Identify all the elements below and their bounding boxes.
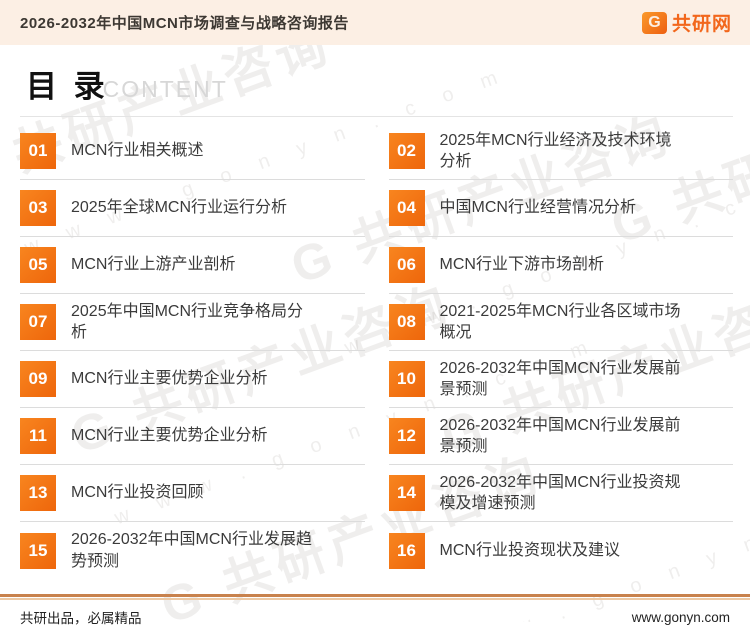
toc-number-badge: 05 (20, 247, 56, 283)
toc-item-label: MCN行业相关概述 (71, 142, 204, 160)
toc-number-badge: 06 (388, 247, 425, 283)
toc-heading-english: CONTENT (102, 76, 228, 102)
toc-number-badge: 13 (20, 475, 56, 511)
toc-number-badge: 09 (20, 361, 56, 397)
toc-heading: 目 录 CONTENT (20, 61, 733, 106)
toc-item-09: 09 MCN行业主要优势企业分析 (20, 351, 365, 408)
toc-item-13: 13 MCN行业投资回顾 (20, 465, 365, 522)
toc-item-label: 2026-2032年中国MCN行业发展前景预测 (439, 359, 681, 398)
heading-divider (20, 116, 733, 117)
toc-number-badge: 01 (20, 133, 56, 169)
report-header-bar: 2026-2032年中国MCN市场调查与战略咨询报告 G 共研网 (0, 0, 750, 45)
toc-number-badge: 10 (388, 361, 425, 397)
toc-heading-chinese: 目 录 (26, 69, 109, 104)
toc-number-badge: 15 (20, 532, 56, 569)
gonyn-logo: G 共研网 (641, 9, 732, 36)
toc-item-12: 12 2026-2032年中国MCN行业发展前景预测 (388, 408, 733, 465)
toc-item-label: 中国MCN行业经营情况分析 (439, 199, 636, 217)
toc-item-label: MCN行业主要优势企业分析 (71, 427, 268, 445)
g-logo-icon: G (641, 11, 667, 34)
toc-item-label: 2026-2032年中国MCN行业投资规模及增速预测 (439, 473, 681, 512)
toc-item-14: 14 2026-2032年中国MCN行业投资规模及增速预测 (388, 465, 733, 522)
report-title: 2026-2032年中国MCN市场调查与战略咨询报告 (20, 15, 349, 32)
toc-item-02: 02 2025年MCN行业经济及技术环境分析 (388, 123, 733, 180)
toc-number-badge: 11 (20, 418, 56, 454)
toc-item-label: 2025年MCN行业经济及技术环境分析 (439, 131, 672, 170)
toc-number-badge: 07 (20, 304, 56, 340)
toc-item-15: 15 2026-2032年中国MCN行业发展趋势预测 (20, 522, 365, 579)
toc-item-10: 10 2026-2032年中国MCN行业发展前景预测 (388, 351, 733, 408)
toc-number-badge: 08 (388, 304, 425, 340)
footer-slogan: 共研出品，必属精品 (20, 611, 142, 626)
toc-item-label: 2026-2032年中国MCN行业发展趋势预测 (71, 531, 312, 570)
toc-item-01: 01 MCN行业相关概述 (20, 123, 365, 180)
toc-item-05: 05 MCN行业上游产业剖析 (20, 237, 365, 294)
toc-item-label: 2026-2032年中国MCN行业发展前景预测 (439, 416, 681, 455)
toc-number-badge: 12 (388, 418, 425, 454)
toc-right-column: 02 2025年MCN行业经济及技术环境分析 04 中国MCN行业经营情况分析 … (388, 123, 734, 579)
toc-item-label: MCN行业上游产业剖析 (71, 256, 236, 274)
toc-number-badge: 16 (388, 532, 425, 569)
table-of-contents: 目 录 CONTENT 01 MCN行业相关概述 03 2025年全球MCN行业… (0, 45, 750, 579)
toc-item-label: 2025年全球MCN行业运行分析 (71, 199, 288, 217)
toc-grid: 01 MCN行业相关概述 03 2025年全球MCN行业运行分析 05 MCN行… (20, 123, 733, 579)
toc-item-07: 07 2025年中国MCN行业竞争格局分析 (20, 294, 365, 351)
toc-left-column: 01 MCN行业相关概述 03 2025年全球MCN行业运行分析 05 MCN行… (20, 123, 365, 579)
toc-item-03: 03 2025年全球MCN行业运行分析 (20, 180, 365, 237)
toc-item-04: 04 中国MCN行业经营情况分析 (388, 180, 733, 237)
toc-number-badge: 04 (388, 190, 425, 226)
toc-item-label: 2021-2025年MCN行业各区域市场概况 (439, 302, 681, 341)
page-footer: 共研出品，必属精品 www.gonyn.com (0, 594, 750, 627)
toc-item-11: 11 MCN行业主要优势企业分析 (20, 408, 365, 465)
toc-item-label: MCN行业投资现状及建议 (439, 541, 620, 559)
footer-website-url: www.gonyn.com (631, 609, 730, 625)
toc-item-label: 2025年中国MCN行业竞争格局分析 (71, 302, 304, 341)
toc-item-label: MCN行业主要优势企业分析 (71, 370, 268, 388)
toc-item-label: MCN行业投资回顾 (71, 484, 204, 502)
toc-number-badge: 14 (388, 475, 425, 511)
toc-item-label: MCN行业下游市场剖析 (439, 256, 604, 274)
footer-divider-dark (0, 594, 750, 597)
toc-number-badge: 03 (20, 190, 56, 226)
toc-item-06: 06 MCN行业下游市场剖析 (388, 237, 733, 294)
toc-item-08: 08 2021-2025年MCN行业各区域市场概况 (388, 294, 733, 351)
toc-number-badge: 02 (388, 133, 425, 169)
toc-item-16: 16 MCN行业投资现状及建议 (388, 522, 734, 579)
logo-brand-name: 共研网 (671, 14, 732, 35)
